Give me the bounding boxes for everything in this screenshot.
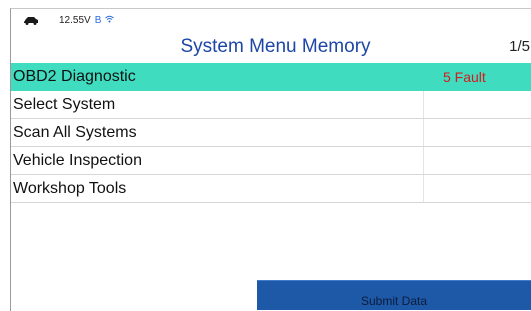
page-indicator: 1/5 (509, 38, 530, 55)
row-divider (423, 91, 424, 118)
menu-item-label: Vehicle Inspection (13, 151, 142, 169)
menu-item-select-system[interactable]: Select System (11, 91, 531, 119)
menu-list: OBD2 Diagnostic 5 Fault Select System Sc… (11, 63, 531, 203)
menu-item-vehicle-inspection[interactable]: Vehicle Inspection (11, 147, 531, 175)
menu-item-scan-all-systems[interactable]: Scan All Systems (11, 119, 531, 147)
app-screen: 12.55V B System Menu Memory 1/5 OBD2 Dia… (10, 8, 531, 311)
voltage-readout: 12.55V (59, 14, 91, 26)
status-bar: 12.55V B (11, 9, 531, 31)
car-icon (23, 16, 39, 25)
submit-data-button[interactable]: Submit Data (257, 280, 531, 310)
menu-item-label: Workshop Tools (13, 179, 127, 197)
row-divider (423, 175, 424, 202)
page-title: System Menu Memory (180, 36, 371, 57)
row-divider (423, 119, 424, 146)
menu-item-label: OBD2 Diagnostic (13, 67, 136, 85)
fault-count-badge: 5 Fault (443, 68, 486, 85)
title-bar: System Menu Memory 1/5 (11, 31, 531, 63)
wifi-icon (105, 15, 115, 26)
row-divider (423, 147, 424, 174)
menu-item-obd2-diagnostic[interactable]: OBD2 Diagnostic 5 Fault (11, 63, 531, 91)
menu-item-workshop-tools[interactable]: Workshop Tools (11, 175, 531, 203)
menu-item-label: Select System (13, 95, 116, 113)
status-indicator: B (94, 14, 102, 26)
menu-item-label: Scan All Systems (13, 123, 137, 141)
